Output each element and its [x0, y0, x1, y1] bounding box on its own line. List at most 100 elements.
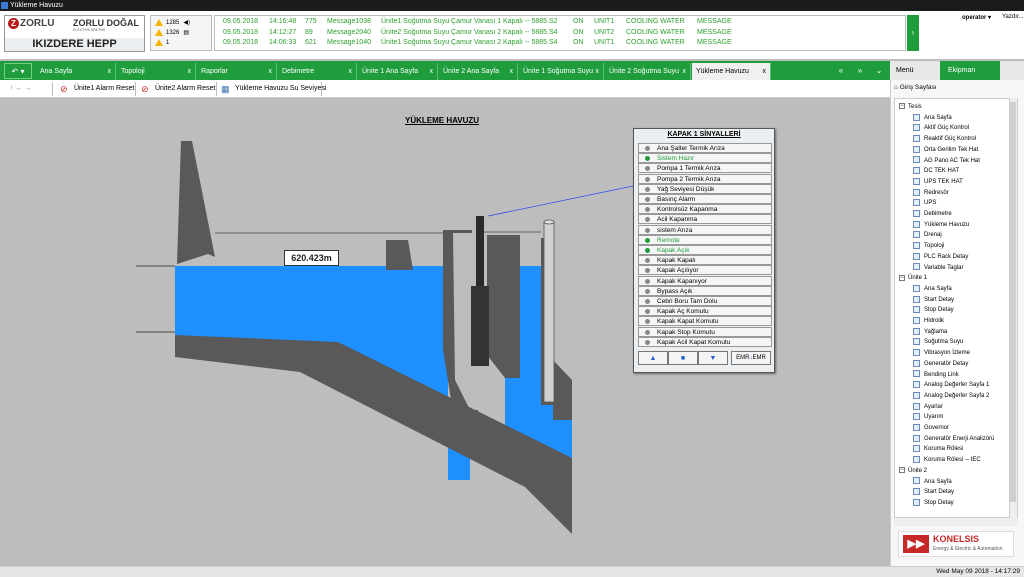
tree-horizontal-scrollbar[interactable] [894, 518, 1018, 526]
signal-row: Sistem Hazır [638, 153, 772, 164]
tree-item[interactable]: Bending Link [913, 370, 959, 380]
tree-item[interactable]: Ayarlar [913, 402, 943, 412]
tree-item[interactable]: Yağlama [913, 327, 947, 337]
tree-item[interactable]: Topoloji [913, 241, 944, 251]
ack-icon[interactable]: ▤ [183, 28, 189, 38]
close-icon[interactable]: x [349, 63, 353, 80]
tree-item[interactable]: Koruma Rölesi [913, 444, 963, 454]
tree-item[interactable]: Ana Sayfa [913, 284, 952, 294]
tree-group[interactable]: − Tesis [899, 102, 922, 112]
tab-6[interactable]: Ünite 2 Ana Sayfa x [439, 63, 518, 80]
tree-item[interactable]: Variable Taglar [913, 263, 963, 273]
tree-item[interactable]: UPS [913, 198, 936, 208]
tree-item[interactable]: Orta Gerilim Tek Hat [913, 145, 978, 155]
tree-item[interactable]: Ana Sayfa [913, 477, 952, 487]
alarm-summary[interactable]: 1285 ◀) 1326 ▤ 1 [150, 15, 212, 51]
signal-row: Kapak Aç Komutu [638, 306, 772, 317]
tree-label: UPS [924, 200, 937, 207]
page-icon [913, 359, 920, 367]
message-system: COOLING WATER [626, 39, 685, 46]
close-icon[interactable]: x [596, 63, 600, 80]
tab-2[interactable]: Topoloji x [117, 63, 196, 80]
tab-5[interactable]: Ünite 1 Ana Sayfa x [358, 63, 438, 80]
tree-item[interactable]: Ana Sayfa [913, 113, 952, 123]
tree-label: Ana Sayfa [924, 478, 952, 485]
left-wall [177, 141, 215, 264]
close-icon[interactable]: x [430, 63, 434, 80]
home-link[interactable]: ⌂ Giriş Sayfası [894, 84, 937, 91]
tab-7[interactable]: Ünite 1 Soğutma Suyu x [519, 63, 604, 80]
tree-item[interactable]: Yükleme Havuzu [913, 220, 969, 230]
gate-open-button[interactable]: ▲ [638, 351, 668, 365]
collapse-icon: − [899, 274, 905, 281]
tree-item[interactable]: Generatör Enerji Analizörü [913, 434, 994, 444]
tree-item[interactable]: UPS TEK HAT [913, 177, 963, 187]
tree-item[interactable]: Analog Değerler Sayfa 2 [913, 391, 989, 401]
tree-item[interactable]: Aktif Güç Kontrol [913, 123, 969, 133]
close-icon[interactable]: x [763, 63, 767, 80]
tree-item[interactable]: AG Pano AC Tek Hat [913, 156, 980, 166]
message-text: Ünite1 Soğutma Suyu Çamur Vanası 1 Kapal… [381, 18, 558, 25]
message-expand-button[interactable]: › [907, 15, 919, 51]
tree-item[interactable]: Hidrolik [913, 316, 944, 326]
tree-item[interactable]: Analog Değerler Sayfa 1 [913, 380, 989, 390]
signal-label: Kapak Aç Komutu [657, 308, 709, 316]
tree-item[interactable]: Stop Detay [913, 498, 954, 508]
tree-item[interactable]: Soğutma Suyu [913, 337, 963, 347]
tree-item[interactable]: Start Detay [913, 295, 954, 305]
tree-label: Hidrolik [924, 318, 945, 324]
status-led-icon [645, 329, 650, 335]
tab-3[interactable]: Raporlar x [197, 63, 277, 80]
print-menu[interactable]: Yazdır... [1002, 14, 1024, 20]
tree-item[interactable]: Governor [913, 423, 949, 433]
message-text: Ünite1 Soğutma Suyu Çamur Vanası 2 Kapal… [381, 39, 558, 46]
tree-label: Ayarlar [924, 403, 943, 410]
gate-stop-button[interactable]: ■ [668, 351, 698, 365]
close-icon[interactable]: x [188, 63, 192, 80]
tree-label: Stop Detay [924, 307, 954, 314]
tree-item[interactable]: Uyarım [913, 412, 943, 422]
emergency-close-button[interactable]: EMR↓EMR [731, 351, 771, 365]
tree-item[interactable]: Generatör Detay [913, 359, 968, 369]
tree-item[interactable]: DC TEK HAT [913, 166, 959, 176]
tab-equipment[interactable]: Ekipman [940, 61, 1000, 80]
tree-item[interactable]: Debimetre [913, 209, 952, 219]
tab-8[interactable]: Ünite 2 Soğutma Suyu x [605, 63, 691, 80]
user-menu[interactable]: operator ▾ [962, 14, 991, 21]
tree-item[interactable]: Drenaj [913, 230, 942, 240]
close-icon[interactable]: x [269, 63, 273, 80]
tabs-list-button[interactable]: ⌄ [870, 61, 888, 80]
tab-1[interactable]: Ana Sayfa x [36, 63, 116, 80]
tree-item[interactable]: Koruma Rölesi -- IEC [913, 455, 981, 465]
gate-close-button[interactable]: ▼ [698, 351, 728, 365]
warning-icon [155, 28, 163, 36]
unit1-alarm-reset-button[interactable]: ⊘ Ünite1 Alarm Reset [60, 83, 134, 95]
water-level-button[interactable]: ▦ Yükleme Havuzu Su Seviyesi [221, 83, 326, 95]
tabs-scroll-right-button[interactable]: » [851, 61, 869, 80]
close-icon[interactable]: x [510, 63, 514, 80]
tree-scroll-thumb[interactable] [1010, 102, 1016, 502]
tabs-scroll-left-button[interactable]: « [832, 61, 850, 80]
tree-item[interactable]: Stop Detay [913, 305, 954, 315]
nav-arrows[interactable]: ↑ ← → [10, 83, 31, 95]
close-icon[interactable]: x [108, 63, 112, 80]
tree-item[interactable]: PLC Rack Detay [913, 252, 968, 262]
tree-label: PLC Rack Detay [924, 253, 969, 260]
tree-item[interactable]: Vibrasyon İzleme [913, 348, 970, 358]
tab-9[interactable]: Yükleme Havuzu x [692, 63, 771, 80]
back-menu-button[interactable]: ↶ ▾ [4, 63, 32, 79]
collapse-icon: − [899, 467, 905, 474]
message-list[interactable]: 09.05.2018 14:16:48 775 Message1038 Ünite1 S… [214, 15, 906, 51]
close-icon[interactable]: x [683, 63, 687, 80]
gate-rod [476, 216, 484, 286]
tree-group[interactable]: − Ünite 1 [899, 273, 927, 283]
alarm-row-2: 1326 ▤ [155, 28, 189, 38]
tree-item[interactable]: Reaktif Güç Kontrol [913, 134, 976, 144]
tree-group[interactable]: − Ünite 2 [899, 466, 927, 476]
tree-item[interactable]: Redresör [913, 188, 949, 198]
speaker-icon[interactable]: ◀) [183, 18, 190, 28]
tree-item[interactable]: Start Detay [913, 487, 954, 497]
tab-menu[interactable]: Menü [890, 61, 940, 80]
unit2-alarm-reset-button[interactable]: ⊘ Ünite2 Alarm Reset [141, 83, 215, 95]
tab-4[interactable]: Debimetre x [278, 63, 357, 80]
